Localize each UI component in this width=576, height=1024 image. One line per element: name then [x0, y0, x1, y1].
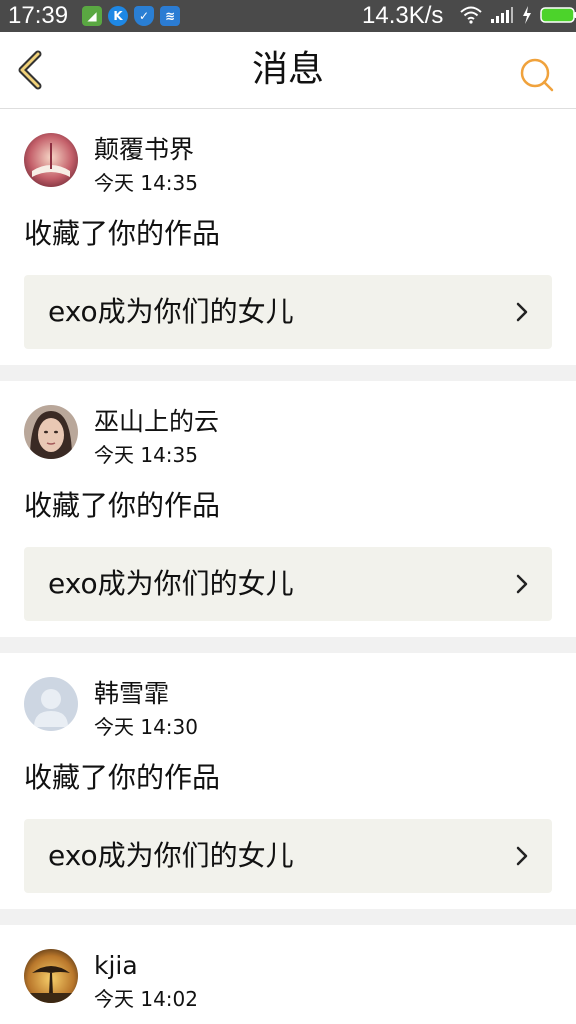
work-title: exo成为你们的女儿 — [48, 839, 294, 872]
k-icon: K — [108, 6, 128, 26]
status-bar: 17:39 ◢ K ✓ ≋ 14.3K/s — [0, 0, 576, 32]
signal-icon — [491, 7, 513, 23]
work-link[interactable]: exo成为你们的女儿 — [24, 819, 552, 893]
message-item[interactable]: 巫山上的云 今天 14:35 收藏了你的作品 exo成为你们的女儿 — [0, 381, 576, 637]
header: 消息 — [0, 32, 576, 109]
message-time: 今天 14:02 — [94, 987, 198, 1011]
message-item[interactable]: 颠覆书界 今天 14:35 收藏了你的作品 exo成为你们的女儿 — [0, 109, 576, 365]
work-title: exo成为你们的女儿 — [48, 567, 294, 600]
wifi-share-icon: ≋ — [160, 6, 180, 26]
work-title: exo成为你们的女儿 — [48, 295, 294, 328]
chevron-right-icon — [516, 846, 528, 866]
username[interactable]: 巫山上的云 — [94, 407, 219, 437]
status-time: 17:39 — [8, 2, 69, 29]
network-speed: 14.3K/s — [362, 2, 444, 29]
username[interactable]: 韩雪霏 — [94, 679, 169, 709]
wifi-icon — [460, 6, 482, 24]
work-link[interactable]: exo成为你们的女儿 — [24, 275, 552, 349]
username[interactable]: kjia — [94, 951, 138, 981]
action-text: 收藏了你的作品 — [24, 217, 221, 250]
charging-icon — [523, 6, 531, 24]
search-icon[interactable] — [516, 54, 556, 94]
message-time: 今天 14:35 — [94, 171, 198, 195]
message-item[interactable]: kjia 今天 14:02 — [0, 925, 576, 1024]
face-avatar[interactable] — [24, 405, 78, 459]
status-icons-left: ◢ K ✓ ≋ — [82, 6, 180, 26]
action-text: 收藏了你的作品 — [24, 489, 221, 522]
battery-icon — [540, 7, 576, 23]
app-icon: ◢ — [82, 6, 102, 26]
message-time: 今天 14:30 — [94, 715, 198, 739]
action-text: 收藏了你的作品 — [24, 761, 221, 794]
page-title: 消息 — [251, 49, 324, 90]
tree-avatar[interactable] — [24, 949, 78, 1003]
default-avatar[interactable] — [24, 677, 78, 731]
work-link[interactable]: exo成为你们的女儿 — [24, 547, 552, 621]
chevron-right-icon — [516, 574, 528, 594]
message-time: 今天 14:35 — [94, 443, 198, 467]
chevron-right-icon — [516, 302, 528, 322]
message-item[interactable]: 韩雪霏 今天 14:30 收藏了你的作品 exo成为你们的女儿 — [0, 653, 576, 909]
username[interactable]: 颠覆书界 — [94, 135, 194, 165]
book-avatar[interactable] — [24, 133, 78, 187]
shield-icon: ✓ — [134, 6, 154, 26]
status-icons-right — [460, 6, 576, 24]
